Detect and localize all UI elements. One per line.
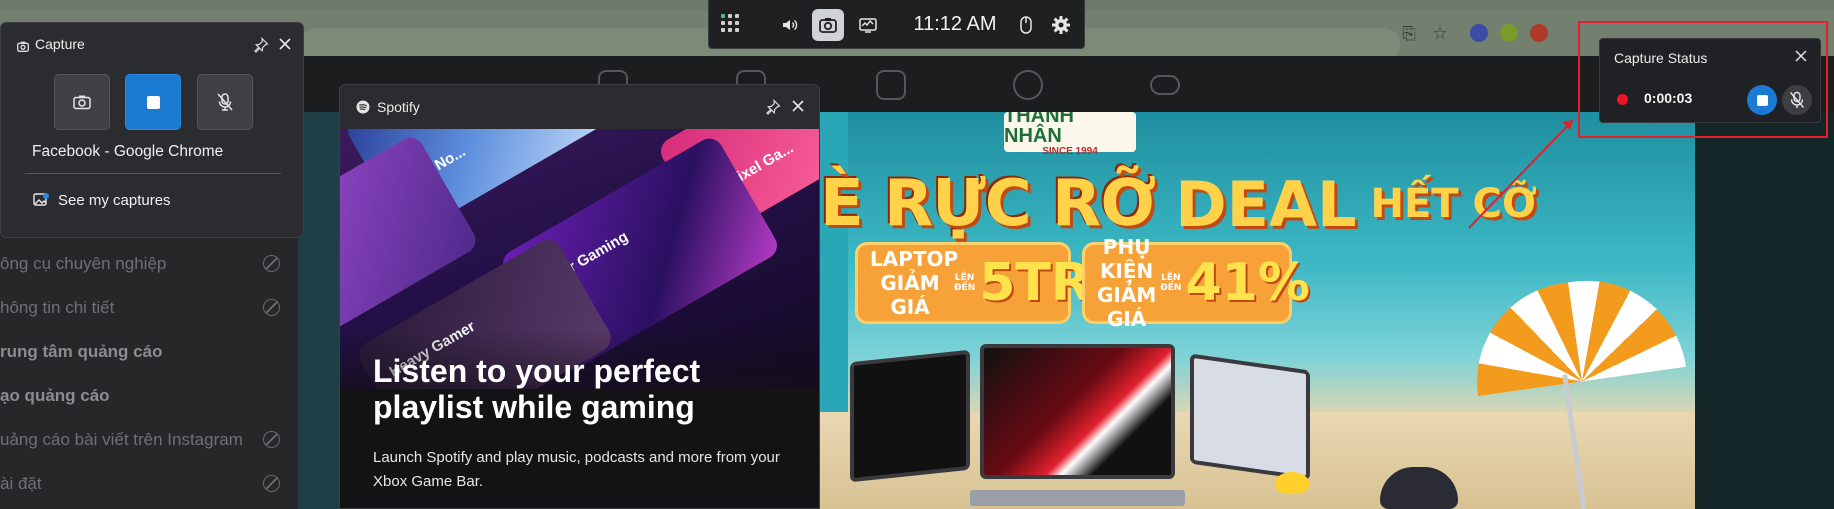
sidebar-item-insights[interactable]: hông tin chi tiết [0,288,290,328]
widget-menu-icon[interactable] [719,12,743,36]
annotation-arrow [1468,119,1574,229]
restricted-icon [263,475,280,492]
divider [25,173,281,174]
extension-icon[interactable] [1470,24,1488,42]
settings-gear-icon[interactable] [1045,9,1077,41]
sidebar-item-professional-tools[interactable]: ông cụ chuyên nghiệp [0,244,290,284]
close-icon[interactable] [790,98,806,114]
laptop-illustration [850,349,970,483]
capture-status-widget: Capture Status 0:00:03 [1599,38,1821,123]
gallery-icon [33,192,49,206]
volume-icon[interactable] [774,9,806,41]
mic-toggle-button[interactable] [1782,85,1812,115]
nav-gaming-icon[interactable] [1150,75,1180,95]
screenshot-button[interactable] [54,74,110,130]
recording-elapsed-time: 0:00:03 [1644,90,1693,106]
extension-icon[interactable] [1500,24,1518,42]
install-app-icon[interactable]: ⎘ [1397,22,1421,46]
clock-time: 11:12 AM [913,13,997,35]
sidebar-item-label: hông tin chi tiết [0,298,115,317]
capture-source-label: Facebook - Google Chrome [32,143,224,160]
game-bar: 11:12 AM [708,0,1085,49]
widget-title: Capture Status [1614,50,1708,66]
promo-laptop: LAPTOP GIẢM GIÁ LÊN ĐẾN 5TR [855,242,1091,324]
see-captures-label: See my captures [58,191,171,209]
pin-icon[interactable] [253,36,269,53]
see-my-captures-link[interactable]: See my captures [33,189,171,211]
recording-indicator-icon [1617,94,1628,105]
sidebar-item-label: ài đặt [0,474,42,493]
stop-icon [1756,94,1768,106]
widget-title: Spotify [377,99,420,115]
close-icon[interactable] [277,36,293,52]
playlist-artwork: No... Pixel Ga... Power Gaming Heavy Gam… [340,129,819,389]
desktop-screen: ⎘ ☆ ông cụ chuyên nghiệp hông tin chi ti… [0,0,1834,509]
beach-umbrella-illustration [1464,267,1686,397]
capture-camera-icon[interactable] [812,9,844,41]
sidebar-item-label: ông cụ chuyên nghiệp [0,254,167,273]
mic-off-icon [1789,91,1805,108]
spotify-widget: Spotify No... Pixel Ga... Power Gaming H… [339,84,820,509]
sidebar-item-label: uảng cáo bài viết trên Instagram [0,430,243,449]
performance-icon[interactable] [852,9,884,41]
mic-off-icon [217,93,233,111]
duck-illustration [1275,472,1309,494]
sidebar-item-settings[interactable]: ài đặt [0,464,290,504]
widget-title: Capture [35,36,85,52]
close-icon[interactable] [1794,49,1808,63]
mic-off-button[interactable] [197,74,253,130]
restricted-icon [263,299,280,316]
promo-description: Launch Spotify and play music, podcasts … [373,449,780,490]
laptop-illustration [980,344,1175,479]
stop-recording-button[interactable] [1747,85,1777,115]
bookmark-star-icon[interactable]: ☆ [1428,22,1452,46]
extension-icon[interactable] [1530,24,1548,42]
spotify-logo-icon [356,100,370,119]
stop-record-button[interactable] [125,74,181,130]
facebook-right-panel [1695,112,1834,509]
pin-icon[interactable] [765,98,781,115]
sidebar-item-create-ad[interactable]: ạo quảng cáo [0,376,290,416]
camera-icon [17,39,29,57]
camera-icon [73,95,91,110]
widget-header: Spotify [340,85,819,129]
restricted-icon [263,255,280,272]
promo-accessories: PHỤ KIỆN GIẢM GIÁ LÊN ĐẾN 41% [1082,235,1310,331]
sidebar-item-ad-center[interactable]: rung tâm quảng cáo [0,332,290,372]
laptop-illustration [1190,353,1310,481]
brand-logo: THÀNH NHÂN SINCE 1994 [1004,112,1136,157]
restricted-icon [263,431,280,448]
nav-marketplace-icon[interactable] [876,70,906,100]
mouse-icon[interactable] [1010,9,1042,41]
promo-headline: Listen to your perfect playlist while ga… [373,353,701,425]
stop-icon [146,95,160,109]
nav-groups-icon[interactable] [1013,70,1043,100]
capture-widget: Capture Facebook - Google Chrome See my … [0,22,304,238]
sidebar-item-instagram-ads[interactable]: uảng cáo bài viết trên Instagram [0,420,290,460]
sidebar-item-label: ạo quảng cáo [0,386,110,405]
sidebar-item-label: rung tâm quảng cáo [0,342,163,361]
